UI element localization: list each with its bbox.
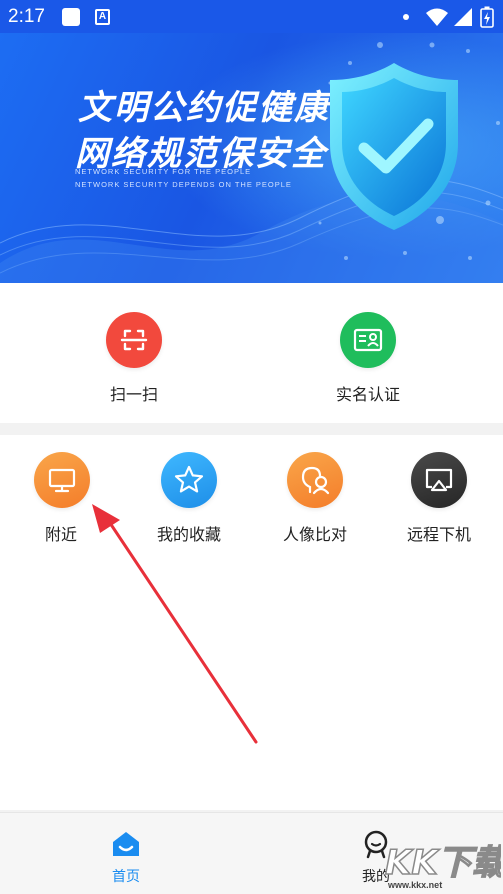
notification-dot-icon	[403, 14, 409, 20]
svg-text:KK下载: KK下载	[385, 843, 501, 882]
status-bar: 2:17 A	[0, 0, 503, 33]
id-card-icon	[340, 312, 396, 368]
feature-grid-panel: 附近 我的收藏 人像比对 远程下机	[0, 435, 503, 810]
face-compare-icon	[287, 452, 343, 508]
face-compare-button[interactable]: 人像比对	[267, 452, 363, 545]
airplay-icon	[411, 452, 467, 508]
nearby-button[interactable]: 附近	[17, 452, 107, 545]
status-time: 2:17	[8, 6, 45, 27]
real-name-auth-label: 实名认证	[335, 385, 400, 404]
quick-actions-panel: 扫一扫 实名认证	[0, 283, 503, 423]
signal-icon	[454, 8, 472, 26]
banner-headline-1: 文明公约促健康	[78, 89, 330, 127]
remote-logout-label: 远程下机	[406, 525, 471, 544]
remote-logout-button[interactable]: 远程下机	[391, 452, 487, 545]
real-name-auth-button[interactable]: 实名认证	[320, 312, 416, 405]
watermark-url: www.kkx.net	[388, 880, 443, 890]
monitor-icon	[34, 452, 90, 508]
scan-icon	[106, 312, 162, 368]
nav-home-label: 首页	[112, 869, 140, 885]
battery-icon	[480, 6, 494, 28]
nav-home[interactable]: 首页	[96, 829, 156, 886]
scan-button[interactable]: 扫一扫	[86, 312, 182, 405]
home-icon	[113, 832, 139, 856]
nearby-label: 附近	[45, 525, 78, 544]
kkx-watermark-logo: KK下载	[384, 842, 501, 882]
scan-label: 扫一扫	[109, 385, 158, 404]
banner-subtitle-2: NETWORK SECURITY DEPENDS ON THE PEOPLE	[75, 180, 292, 189]
notification-icon	[62, 8, 80, 26]
star-icon	[161, 452, 217, 508]
face-compare-label: 人像比对	[282, 525, 347, 544]
keyboard-badge-icon: A	[95, 9, 110, 25]
banner-subtitle-1: NETWORK SECURITY FOR THE PEOPLE	[75, 167, 252, 176]
security-shield-icon	[330, 63, 458, 230]
favorites-button[interactable]: 我的收藏	[141, 452, 237, 545]
hero-banner[interactable]: 文明公约促健康 网络规范保安全 NETWORK SECURITY FOR THE…	[0, 33, 503, 283]
wifi-icon	[426, 8, 448, 26]
favorites-label: 我的收藏	[156, 525, 221, 544]
